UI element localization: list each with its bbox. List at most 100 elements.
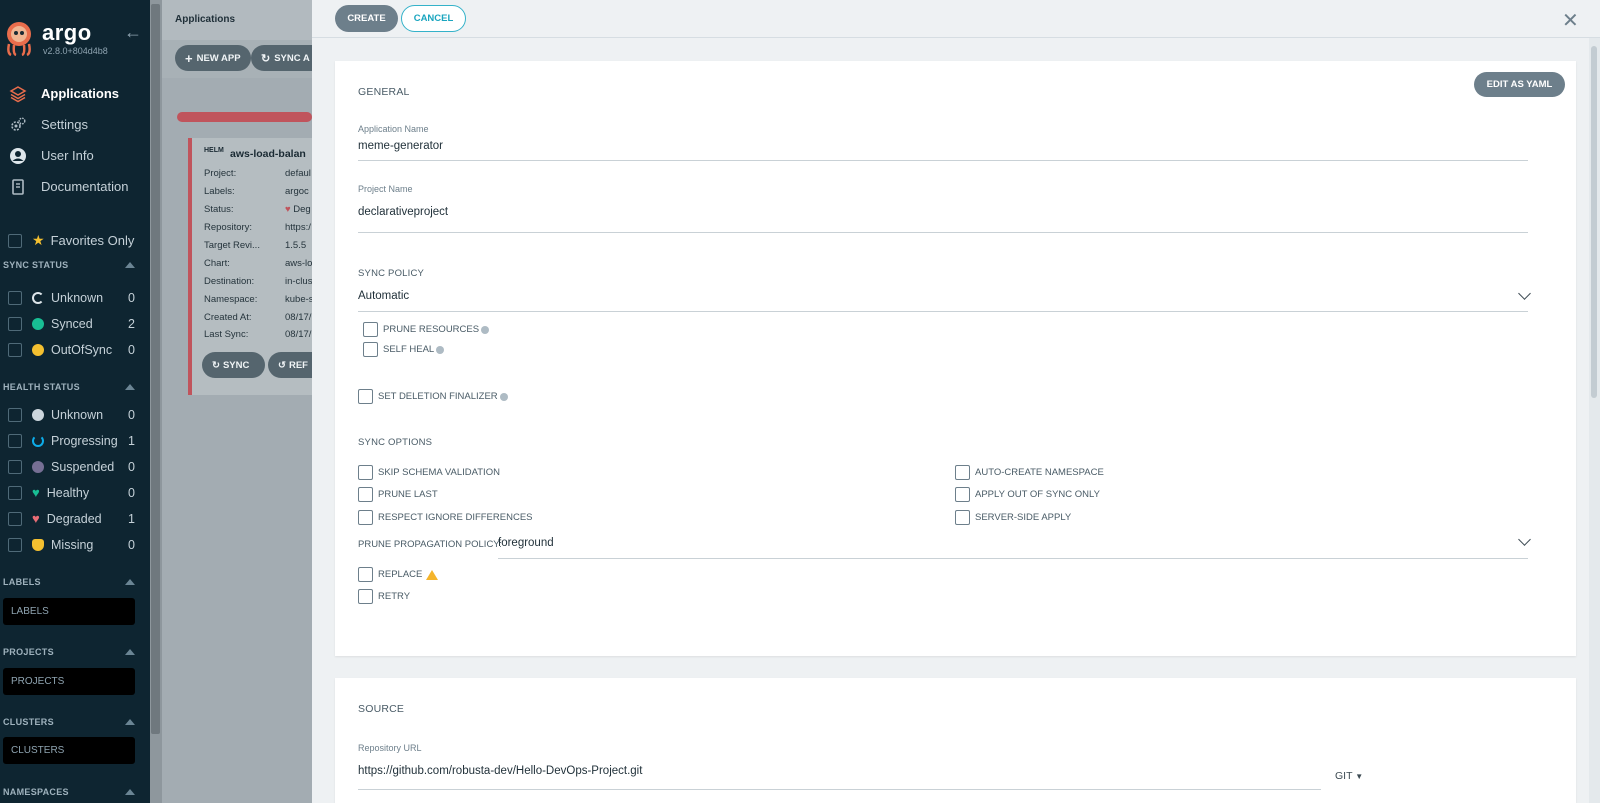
filter-checkbox[interactable] <box>8 460 22 474</box>
filter-label: Unknown <box>51 408 104 422</box>
edit-as-yaml-button[interactable]: EDIT AS YAML <box>1474 72 1565 97</box>
collapse-caret-icon[interactable] <box>125 789 135 795</box>
nav-settings[interactable]: Settings <box>0 109 150 140</box>
option-checkbox[interactable] <box>955 510 970 525</box>
server-side-apply-option[interactable]: SERVER-SIDE APPLY <box>955 510 1071 525</box>
deletion-finalizer-option[interactable]: SET DELETION FINALIZER <box>358 389 508 404</box>
app-name-input[interactable]: meme-generator <box>358 140 1528 152</box>
pause-circle-icon <box>32 461 44 473</box>
clusters-input[interactable]: CLUSTERS <box>3 737 135 764</box>
option-checkbox[interactable] <box>358 465 373 480</box>
collapse-caret-icon[interactable] <box>125 579 135 585</box>
prune-last-option[interactable]: PRUNE LAST <box>358 487 438 502</box>
nav-documentation[interactable]: Documentation <box>0 171 150 202</box>
favorites-checkbox[interactable] <box>8 233 22 248</box>
filter-checkbox[interactable] <box>8 408 22 422</box>
favorites-filter[interactable]: ★ Favorites Only <box>8 232 134 249</box>
prune-propagation-select[interactable]: foreground <box>498 537 1528 549</box>
nav-user-info[interactable]: User Info <box>0 140 150 171</box>
sync-status-header[interactable]: SYNC STATUS <box>3 260 135 270</box>
prune-resources-option[interactable]: PRUNE RESOURCES <box>363 322 490 337</box>
filter-health-unknown[interactable]: Unknown 0 <box>8 405 135 425</box>
create-button[interactable]: CREATE <box>335 5 398 32</box>
deletion-finalizer-checkbox[interactable] <box>358 389 373 404</box>
section-title: HEALTH STATUS <box>3 382 80 392</box>
apply-out-of-sync-option[interactable]: APPLY OUT OF SYNC ONLY <box>955 487 1100 502</box>
main-scrollbar-thumb[interactable] <box>151 4 160 734</box>
skip-schema-option[interactable]: SKIP SCHEMA VALIDATION <box>358 465 500 480</box>
collapse-caret-icon[interactable] <box>125 719 135 725</box>
repo-type-select[interactable]: GIT ▼ <box>1335 770 1363 782</box>
retry-checkbox[interactable] <box>358 589 373 604</box>
projects-header[interactable]: PROJECTS <box>3 647 135 657</box>
filter-checkbox[interactable] <box>8 486 22 500</box>
application-card[interactable]: HELM aws-load-balan Project: defaul Label… <box>188 138 328 395</box>
namespaces-header[interactable]: NAMESPACES <box>3 787 135 797</box>
filter-sync-outofsync[interactable]: OutOfSync 0 <box>8 340 135 360</box>
retry-option[interactable]: RETRY <box>358 589 410 604</box>
filter-health-degraded[interactable]: ♥ Degraded 1 <box>8 509 135 529</box>
close-icon[interactable]: ✕ <box>1562 8 1579 33</box>
help-icon[interactable] <box>481 325 490 334</box>
stack-icon <box>8 84 28 104</box>
help-icon[interactable] <box>499 392 508 401</box>
filter-health-healthy[interactable]: ♥ Healthy 0 <box>8 483 135 503</box>
labels-header[interactable]: LABELS <box>3 577 135 587</box>
prune-resources-checkbox[interactable] <box>363 322 378 337</box>
panel-scrollbar-thumb[interactable] <box>1591 46 1597 398</box>
cancel-button[interactable]: CANCEL <box>401 5 466 32</box>
repo-url-input[interactable]: https://github.com/robusta-dev/Hello-Dev… <box>358 765 1321 777</box>
filter-health-progressing[interactable]: Progressing 1 <box>8 431 135 451</box>
option-label: SKIP SCHEMA VALIDATION <box>378 467 500 478</box>
source-section-title: SOURCE <box>358 703 405 715</box>
collapse-caret-icon[interactable] <box>125 262 135 268</box>
filter-checkbox[interactable] <box>8 434 22 448</box>
health-status-header[interactable]: HEALTH STATUS <box>3 382 135 392</box>
filter-count: 0 <box>128 486 135 500</box>
replace-option[interactable]: REPLACE <box>358 567 439 582</box>
card-sync-button[interactable]: ↻ SYNC <box>202 352 265 378</box>
create-app-panel: CREATE CANCEL ✕ EDIT AS YAML GENERAL App… <box>312 0 1600 803</box>
button-label: SYNC <box>222 359 250 371</box>
option-checkbox[interactable] <box>358 510 373 525</box>
filter-checkbox[interactable] <box>8 538 22 552</box>
collapse-sidebar-icon[interactable]: ← <box>124 22 142 43</box>
brand-name: argo <box>42 20 92 45</box>
general-section-title: GENERAL <box>358 86 410 98</box>
filter-sync-unknown[interactable]: Unknown 0 <box>8 288 135 308</box>
collapse-caret-icon[interactable] <box>125 649 135 655</box>
book-icon <box>8 177 28 197</box>
filter-health-missing[interactable]: Missing 0 <box>8 535 135 555</box>
labels-input[interactable]: LABELS <box>3 598 135 625</box>
filter-checkbox[interactable] <box>8 512 22 526</box>
clusters-header[interactable]: CLUSTERS <box>3 717 135 727</box>
help-icon[interactable] <box>436 345 445 354</box>
auto-create-namespace-option[interactable]: AUTO-CREATE NAMESPACE <box>955 465 1104 480</box>
option-checkbox[interactable] <box>955 465 970 480</box>
nav-applications[interactable]: Applications <box>0 78 150 109</box>
self-heal-option[interactable]: SELF HEAL <box>363 342 445 357</box>
collapse-caret-icon[interactable] <box>125 384 135 390</box>
self-heal-checkbox[interactable] <box>363 342 378 357</box>
option-checkbox[interactable] <box>955 487 970 502</box>
filter-sync-synced[interactable]: Synced 2 <box>8 314 135 334</box>
row-key: Created At: <box>204 312 252 323</box>
filter-checkbox[interactable] <box>8 343 22 357</box>
project-name-input[interactable]: declarativeproject <box>358 206 1528 218</box>
option-label: PRUNE RESOURCES <box>383 324 480 335</box>
projects-input[interactable]: PROJECTS <box>3 668 135 695</box>
app-card-title[interactable]: aws-load-balan <box>230 148 306 160</box>
respect-ignore-option[interactable]: RESPECT IGNORE DIFFERENCES <box>358 510 533 525</box>
repo-type-label: GIT <box>1335 770 1353 782</box>
filter-health-suspended[interactable]: Suspended 0 <box>8 457 135 477</box>
new-app-button[interactable]: + NEW APP <box>175 45 251 71</box>
section-title: NAMESPACES <box>3 787 69 797</box>
row-value: 08/17/ <box>285 312 312 323</box>
replace-checkbox[interactable] <box>358 567 373 582</box>
sync-policy-select[interactable]: Automatic <box>358 290 1528 302</box>
filter-checkbox[interactable] <box>8 291 22 305</box>
brand[interactable]: argo v2.8.0+804d4b8 ← <box>4 20 146 64</box>
option-checkbox[interactable] <box>358 487 373 502</box>
check-circle-icon <box>32 318 44 330</box>
filter-checkbox[interactable] <box>8 317 22 331</box>
